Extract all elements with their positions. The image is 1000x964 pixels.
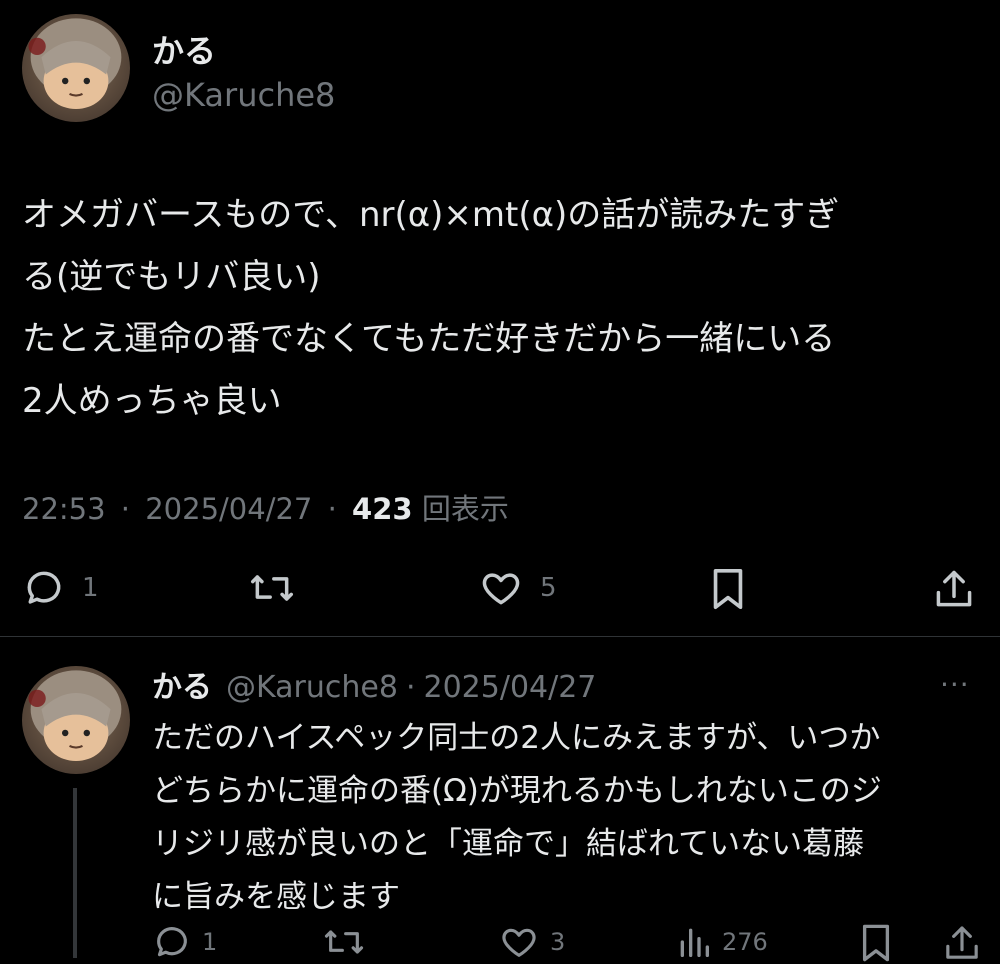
- tweet-text-line: る(逆でもリバ良い): [22, 257, 321, 297]
- reply-button[interactable]: 1: [22, 566, 99, 610]
- share-icon: [932, 566, 976, 612]
- views-count: 423: [352, 492, 413, 526]
- bookmark-button[interactable]: [708, 566, 748, 612]
- reply-retweet-button[interactable]: [322, 922, 366, 962]
- reply-author-name[interactable]: かる: [152, 662, 212, 706]
- share-button[interactable]: [932, 566, 976, 612]
- reply-like-count: 3: [550, 928, 566, 956]
- reply-views-button[interactable]: 276: [676, 922, 768, 962]
- thread-connector-line: [73, 788, 77, 958]
- heart-icon: [498, 922, 540, 962]
- reply-header: かる @Karuche8 · 2025/04/27: [152, 662, 596, 706]
- reply-text-line: ただのハイスペック同士の2人にみえますが、いつか: [152, 720, 881, 756]
- author-name[interactable]: かる: [152, 26, 216, 72]
- retweet-button[interactable]: [248, 566, 296, 610]
- views-icon: [676, 922, 712, 962]
- reply-text-line: に旨みを感じます: [152, 879, 400, 915]
- views-label: 回表示: [421, 492, 509, 526]
- tweet-date[interactable]: 2025/04/27: [145, 492, 312, 526]
- author-handle[interactable]: @Karuche8: [152, 76, 335, 114]
- reply-count: 1: [82, 573, 99, 603]
- tweet-text-line: オメガバースもので、nr(α)×mt(α)の話が読みたすぎ: [22, 195, 840, 235]
- bookmark-icon: [858, 922, 894, 964]
- like-button[interactable]: 5: [478, 566, 557, 610]
- tweet-text-line: たとえ運命の番でなくてもただ好きだから一緒にいる: [22, 319, 836, 359]
- tweet-text-line: 2人めっちゃ良い: [22, 381, 282, 421]
- meta-separator: ·: [120, 492, 131, 526]
- share-icon: [942, 922, 982, 964]
- meta-separator: ·: [327, 492, 337, 526]
- reply-share-button[interactable]: [942, 922, 982, 964]
- reply-author-avatar[interactable]: [22, 666, 130, 774]
- heart-icon: [478, 566, 524, 610]
- bookmark-icon: [708, 566, 748, 612]
- reply-text-line: リジリ感が良いのと「運命で」結ばれていない葛藤: [152, 826, 865, 862]
- author-avatar[interactable]: [22, 14, 130, 122]
- tweet-divider: [0, 636, 1000, 637]
- reply-icon: [152, 922, 192, 962]
- tweet-text: オメガバースもので、nr(α)×mt(α)の話が読みたすぎ る(逆でもリバ良い)…: [22, 184, 972, 432]
- reply-like-button[interactable]: 3: [498, 922, 565, 962]
- more-options-icon[interactable]: ···: [940, 668, 970, 701]
- retweet-icon: [322, 922, 366, 962]
- reply-icon: [22, 566, 66, 610]
- tweet-meta: 22:53 · 2025/04/27 · 423 回表示: [22, 486, 509, 528]
- reply-text-line: どちらかに運命の番(Ω)が現れるかもしれないこのジ: [152, 773, 882, 809]
- reply-views-count: 276: [722, 928, 768, 956]
- reply-reply-button[interactable]: 1: [152, 922, 217, 962]
- tweet-time[interactable]: 22:53: [22, 492, 106, 526]
- reply-date[interactable]: 2025/04/27: [423, 670, 596, 705]
- like-count: 5: [540, 573, 557, 603]
- reply-text: ただのハイスペック同士の2人にみえますが、いつか どちらかに運命の番(Ω)が現れ…: [152, 712, 882, 924]
- retweet-icon: [248, 566, 296, 610]
- reply-reply-count: 1: [202, 928, 218, 956]
- reply-bookmark-button[interactable]: [858, 922, 894, 964]
- reply-meta-separator: ·: [405, 670, 416, 705]
- reply-author-handle[interactable]: @Karuche8: [226, 670, 398, 705]
